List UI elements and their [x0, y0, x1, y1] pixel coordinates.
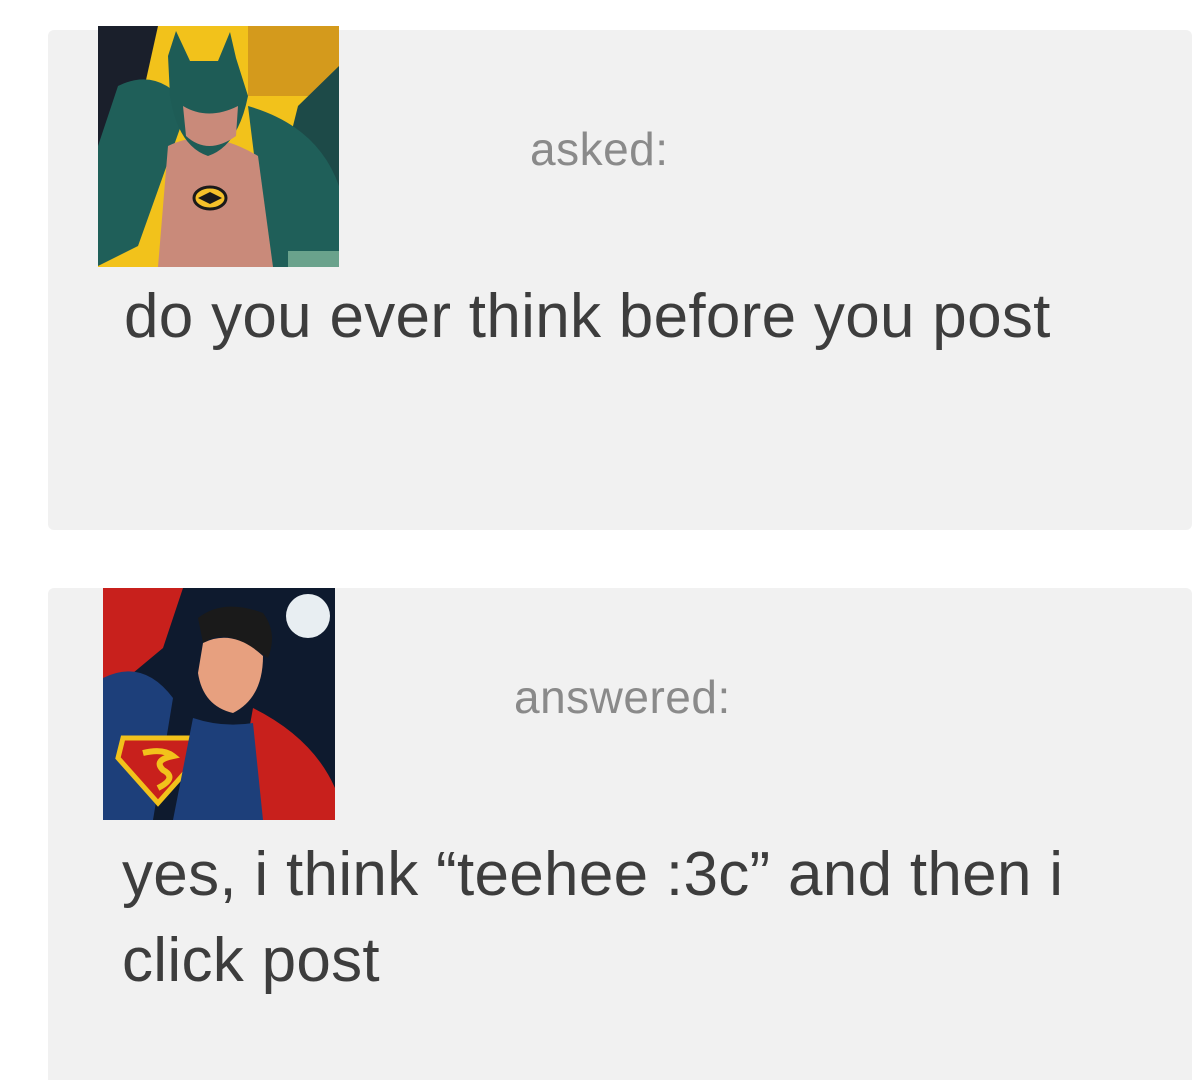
batman-avatar-image	[98, 26, 339, 267]
asker-avatar[interactable]	[98, 26, 339, 267]
question-text: do you ever think before you post	[124, 282, 1051, 351]
answer-card: answered: yes, i think “teehee :3c” and …	[48, 588, 1192, 1080]
answered-label: answered:	[514, 671, 731, 723]
superman-avatar-image	[103, 588, 335, 820]
answerer-avatar[interactable]	[103, 588, 335, 820]
answer-text: yes, i think “teehee :3c” and then i cli…	[122, 840, 1064, 995]
ask-answer-page: asked: do you ever think before you post…	[0, 0, 1192, 1080]
ask-card: asked: do you ever think before you post	[48, 26, 1192, 530]
asked-label: asked:	[530, 123, 669, 175]
